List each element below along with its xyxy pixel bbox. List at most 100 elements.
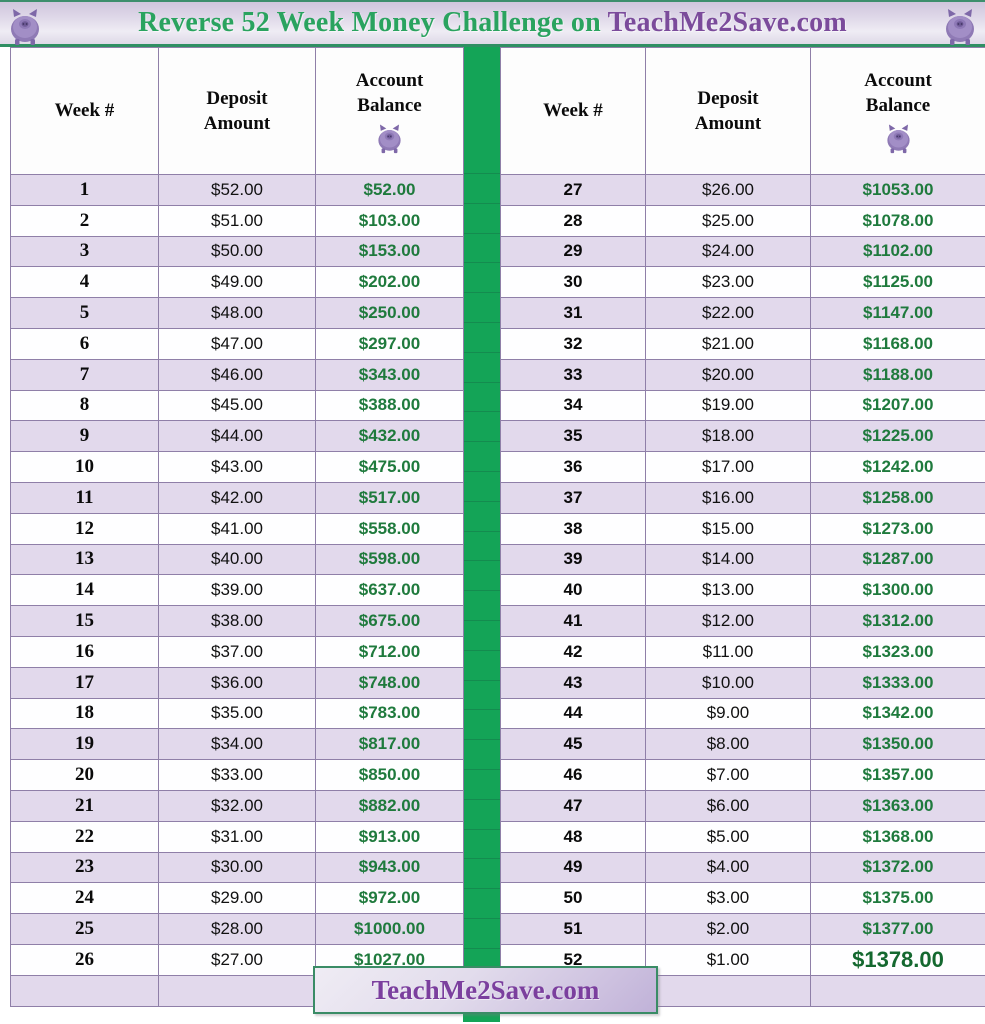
cell-deposit-amount: $41.00 xyxy=(158,512,316,545)
table-row: 7 $46.00 $343.00 xyxy=(10,358,464,391)
cell-week: 3 xyxy=(10,235,159,268)
cell-account-balance: $1102.00 xyxy=(810,235,985,268)
cell-account-balance: $1078.00 xyxy=(810,204,985,237)
cell-account-balance: $202.00 xyxy=(315,266,464,299)
table-row: 18 $35.00 $783.00 xyxy=(10,697,464,730)
cell-deposit-amount: $12.00 xyxy=(645,605,811,637)
cell-deposit-amount: $36.00 xyxy=(158,666,316,699)
table-row: 31 $22.00 $1147.00 xyxy=(500,297,985,329)
col-header-deposit: Deposit Amount xyxy=(645,47,811,175)
table-row: 46 $7.00 $1357.00 xyxy=(500,759,985,791)
cell-deposit-amount: $22.00 xyxy=(645,297,811,329)
cell-week: 36 xyxy=(500,451,646,483)
footer-brand-label: TeachMe2Save.com xyxy=(371,974,600,1005)
table-row: 11 $42.00 $517.00 xyxy=(10,481,464,514)
table-row: 28 $25.00 $1078.00 xyxy=(500,204,985,237)
col-header-balance-line1: Account xyxy=(355,69,424,91)
cell-deposit-amount: $8.00 xyxy=(645,728,811,761)
cell-deposit-amount: $52.00 xyxy=(158,174,316,206)
table-header-row: Week # Deposit Amount Account Balance xyxy=(10,47,464,175)
cell-week: 26 xyxy=(10,943,159,976)
cell-account-balance: $1125.00 xyxy=(810,266,985,299)
table-row: 8 $45.00 $388.00 xyxy=(10,389,464,422)
center-divider xyxy=(463,47,500,1022)
cell-week: 42 xyxy=(500,635,646,668)
table-row: 44 $9.00 $1342.00 xyxy=(500,697,985,730)
cell-deposit-amount: $37.00 xyxy=(158,635,316,668)
cell-account-balance: $972.00 xyxy=(315,882,464,915)
col-header-deposit-line2: Amount xyxy=(203,113,271,134)
col-header-balance: Account Balance xyxy=(810,47,985,175)
table-row: 41 $12.00 $1312.00 xyxy=(500,605,985,637)
cell-deposit-amount: $42.00 xyxy=(158,481,316,514)
cell-deposit-amount: $47.00 xyxy=(158,327,316,360)
cell-week: 1 xyxy=(10,174,159,206)
cell-week: 22 xyxy=(10,820,159,853)
cell-account-balance: $913.00 xyxy=(315,820,464,853)
cell-week: 50 xyxy=(500,882,646,915)
cell-account-balance: $712.00 xyxy=(315,635,464,668)
cell-week: 2 xyxy=(10,204,159,237)
cell-deposit-amount: $26.00 xyxy=(645,174,811,206)
cell-week: 29 xyxy=(500,235,646,268)
footer-brand-badge[interactable]: TeachMe2Save.com xyxy=(313,966,658,1014)
table-row: 27 $26.00 $1053.00 xyxy=(500,174,985,206)
table-row: 15 $38.00 $675.00 xyxy=(10,605,464,637)
cell-deposit-amount: $48.00 xyxy=(158,297,316,329)
table-row: 37 $16.00 $1258.00 xyxy=(500,481,985,514)
table-row: 48 $5.00 $1368.00 xyxy=(500,820,985,853)
title-green-part: Reverse 52 Week Money Challenge on xyxy=(138,7,608,38)
cell-deposit-amount: $40.00 xyxy=(158,543,316,576)
cell-week: 27 xyxy=(500,174,646,206)
col-header-balance-line2: Balance xyxy=(865,95,931,116)
cell-account-balance: $637.00 xyxy=(315,574,464,607)
cell-deposit-amount: $25.00 xyxy=(645,204,811,237)
cell-deposit-amount: $45.00 xyxy=(158,389,316,422)
cell-account-balance: $1242.00 xyxy=(810,451,985,483)
cell-deposit-amount: $10.00 xyxy=(645,666,811,699)
cell-deposit-amount: $39.00 xyxy=(158,574,316,607)
cell-week: 47 xyxy=(500,789,646,822)
cell-week: 8 xyxy=(10,389,159,422)
table-row: 2 $51.00 $103.00 xyxy=(10,204,464,237)
cell-deposit-amount: $17.00 xyxy=(645,451,811,483)
table-row: 51 $2.00 $1377.00 xyxy=(500,913,985,945)
cell-week: 23 xyxy=(10,851,159,884)
cell-account-balance: $250.00 xyxy=(315,297,464,329)
cell-week: 46 xyxy=(500,759,646,791)
cell-deposit-amount: $2.00 xyxy=(645,913,811,945)
col-header-balance-line2: Balance xyxy=(357,95,422,116)
cell-deposit-amount: $28.00 xyxy=(158,913,316,945)
cell-account-balance: $1323.00 xyxy=(810,635,985,668)
cell-week: 16 xyxy=(10,635,159,668)
table-row: 50 $3.00 $1375.00 xyxy=(500,882,985,915)
cell-week: 39 xyxy=(500,543,646,576)
cell-week: 31 xyxy=(500,297,646,329)
cell-account-balance: $475.00 xyxy=(315,451,464,483)
cell-account-balance: $1168.00 xyxy=(810,327,985,360)
cell-deposit-amount: $18.00 xyxy=(645,420,811,453)
cell-deposit-amount: $15.00 xyxy=(645,512,811,545)
cell-week: 21 xyxy=(10,789,159,822)
cell-week: 9 xyxy=(10,420,159,453)
cell-week: 41 xyxy=(500,605,646,637)
cell-deposit-amount: $6.00 xyxy=(645,789,811,822)
cell-deposit-amount: $23.00 xyxy=(645,266,811,299)
cell-week: 24 xyxy=(10,882,159,915)
cell-week: 4 xyxy=(10,266,159,299)
cell-account-balance: $153.00 xyxy=(315,235,464,268)
cell-deposit-amount: $38.00 xyxy=(158,605,316,637)
cell-deposit-amount: $9.00 xyxy=(645,697,811,730)
table-row: 21 $32.00 $882.00 xyxy=(10,789,464,822)
cell-account-balance: $1287.00 xyxy=(810,543,985,576)
cell-week: 5 xyxy=(10,297,159,329)
table-row: 43 $10.00 $1333.00 xyxy=(500,666,985,699)
cell-deposit-amount: $14.00 xyxy=(645,543,811,576)
cell-empty xyxy=(158,974,316,1007)
weeks-27-52-table: Week # Deposit Amount Account Balance 27… xyxy=(500,47,985,1007)
cell-week: 33 xyxy=(500,358,646,391)
cell-week: 45 xyxy=(500,728,646,761)
cell-empty xyxy=(810,974,985,1007)
cell-account-balance: $1207.00 xyxy=(810,389,985,422)
page-title: Reverse 52 Week Money Challenge on Teach… xyxy=(138,7,847,39)
